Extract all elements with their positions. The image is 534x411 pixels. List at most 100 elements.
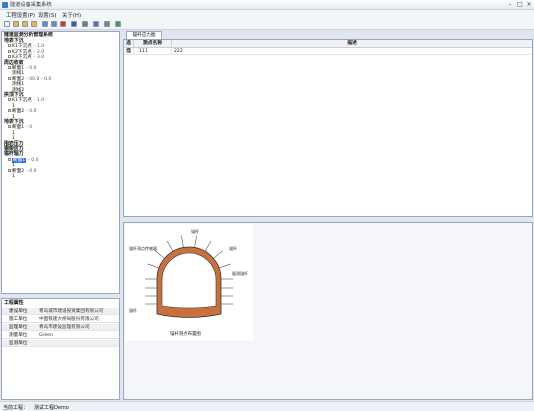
tree-item[interactable]: 断面2- 0.0 [8,168,37,174]
menu-bar: 工程设置(P) 设置(S) 关于(H) [0,10,534,19]
label-right: 量测锚杆 [232,270,248,276]
tab-bolt-stress[interactable]: 锚杆应力图 [126,31,162,39]
info-row[interactable]: 测量单位 Green [2,332,119,339]
bolt-line [181,235,184,248]
info-key: 建设单位 [9,309,28,314]
info-key: 监测单位 [9,341,28,346]
tree-checkbox[interactable] [8,44,11,48]
tree-item-label: K1下沉点 [12,98,32,104]
bolt-line [213,250,223,259]
info-value[interactable]: 青岛市建设监理有限公司 [39,324,90,331]
tree-item[interactable]: 1 [12,174,15,179]
bolt-line [194,235,197,248]
app-icon [2,2,8,8]
project-tree[interactable]: 隧道监测分析管理系统 地表下沉 K1下沉点 - 1.0 K2下沉点 - 2.0 K3下沉点… [1,31,120,294]
tree-item-label: 周边收敛 [4,59,24,66]
export-icon[interactable] [93,21,99,27]
tree-item[interactable]: 断面1- 0 [8,125,32,130]
tree-item-label: 断面1 [12,125,25,131]
info-row[interactable]: 施工单位 中国铁建大桥局股份有限公司 [2,316,119,323]
info-row[interactable]: 建设单位 青岛城市建设投资集团有限公司 [2,308,119,315]
title-bar: 隧道设备采集系统 – □ × [0,0,534,10]
status-label: 当前工程： [3,405,29,411]
info-row[interactable]: 监理单位 青岛市建设监理有限公司 [2,324,119,331]
tunnel-diagram: 锚杆 锚杆测点传感器 锚杆 量测锚杆 锚杆 锚杆测点布置图 [125,224,253,340]
tree-item-label: 断面2 [12,109,25,115]
tree-item-label: 锚杆轴力 [4,151,24,158]
tunnel-cross-section: 锚杆 锚杆测点传感器 锚杆 量测锚杆 锚杆 锚杆测点布置图 [129,228,248,337]
row-checkbox[interactable] [127,50,131,53]
tree-item[interactable]: 断面2- 0.0 [8,109,37,114]
layout-diagram-panel: 锚杆 锚杆测点传感器 锚杆 量测锚杆 锚杆 锚杆测点布置图 [123,222,533,400]
bolt-line [155,250,165,259]
tree-item-label: 测线1 [12,71,25,77]
maximize-icon[interactable]: □ [516,1,524,8]
label-top: 锚杆 [191,228,199,234]
open-folder-icon[interactable] [13,21,19,27]
bolt-line [166,240,174,252]
folder-up-icon[interactable] [31,21,37,27]
paste-icon[interactable] [51,21,57,27]
tree-checkbox[interactable] [8,125,11,129]
tree-checkbox[interactable] [8,49,11,53]
label-upper-right: 锚杆 [229,245,237,251]
tree-group[interactable]: 锚杆轴力 [4,152,24,157]
tree-checkbox[interactable] [8,66,11,69]
tree-item[interactable]: 测线1 [12,82,24,87]
tree-item-label: 断面2 [12,168,25,174]
tree-checkbox[interactable] [8,98,11,102]
lining-inner [161,252,217,309]
tree-checkbox[interactable] [8,76,11,80]
tree-item-value: - 0 [26,125,33,131]
tree-item[interactable]: 测线1 [12,71,24,76]
tree-item-value: - 0.0 [28,157,39,163]
info-value[interactable]: Green [39,332,53,339]
row-point-name[interactable]: 111 [134,48,172,55]
tree-item-label: K1下沉点 [12,44,32,50]
settings-icon[interactable] [104,21,110,27]
row-select-cell[interactable] [124,48,134,55]
diagram-caption: 锚杆测点布置图 [170,330,201,337]
app-window: 隧道设备采集系统 – □ × 工程设置(P) 设置(S) 关于(H) 隧道监测分… [0,0,534,411]
copy-icon[interactable] [42,21,48,27]
folder-icon[interactable] [22,21,28,27]
tree-group[interactable]: 周边收敛 [4,59,24,66]
tree-checkbox[interactable] [8,157,11,161]
tree-item[interactable]: 1 [12,163,15,168]
tree-checkbox[interactable] [8,109,11,113]
print-icon[interactable] [82,21,88,27]
info-value[interactable]: 中国铁建大桥局股份有限公司 [39,316,99,323]
save-icon[interactable] [71,21,77,27]
new-icon[interactable] [4,21,10,27]
project-info-grid: 工程属性 建设单位 青岛城市建设投资集团有限公司 施工单位 中国铁建大桥局股份有限公司… [1,298,120,400]
close-icon[interactable]: × [525,1,533,8]
menu-about[interactable]: 关于(H) [62,11,81,19]
label-bottom-left: 锚杆 [129,307,137,313]
status-value: 测试工程Demo [34,405,69,411]
delete-icon[interactable] [60,21,66,27]
grid-icon[interactable] [115,21,121,27]
tree-checkbox[interactable] [8,168,11,172]
menu-settings[interactable]: 设置(S) [38,11,56,19]
toolbar [0,19,534,30]
menu-project-settings[interactable]: 工程设置(P) [6,11,35,19]
info-header: 工程属性 [4,300,24,306]
minimize-icon[interactable]: – [506,1,514,8]
tree-item[interactable]: K1下沉点 - 1.0 [8,98,44,103]
tree-checkbox[interactable] [8,55,11,59]
tree-item-value: - 0.0 [26,66,37,71]
col-point-name[interactable]: 测点名称 [134,40,172,48]
tree-item-value: - 3.0 [33,55,45,61]
bolt-line [218,263,231,269]
info-key: 测量单位 [9,333,28,338]
col-select[interactable]: 选择 [124,40,134,54]
col-description[interactable]: 描述 [172,40,532,48]
info-row[interactable]: 监测单位 [2,340,119,347]
bolt-line [147,263,160,269]
tree-item-label: 1 [12,174,15,179]
window-title: 隧道设备采集系统 [10,2,52,8]
row-description[interactable]: 222 [172,48,532,55]
table-row[interactable]: 111 222 [124,48,532,55]
tree-item[interactable]: K1下沉点 - 1.0 [8,44,44,49]
info-value[interactable]: 青岛城市建设投资集团有限公司 [39,308,103,315]
